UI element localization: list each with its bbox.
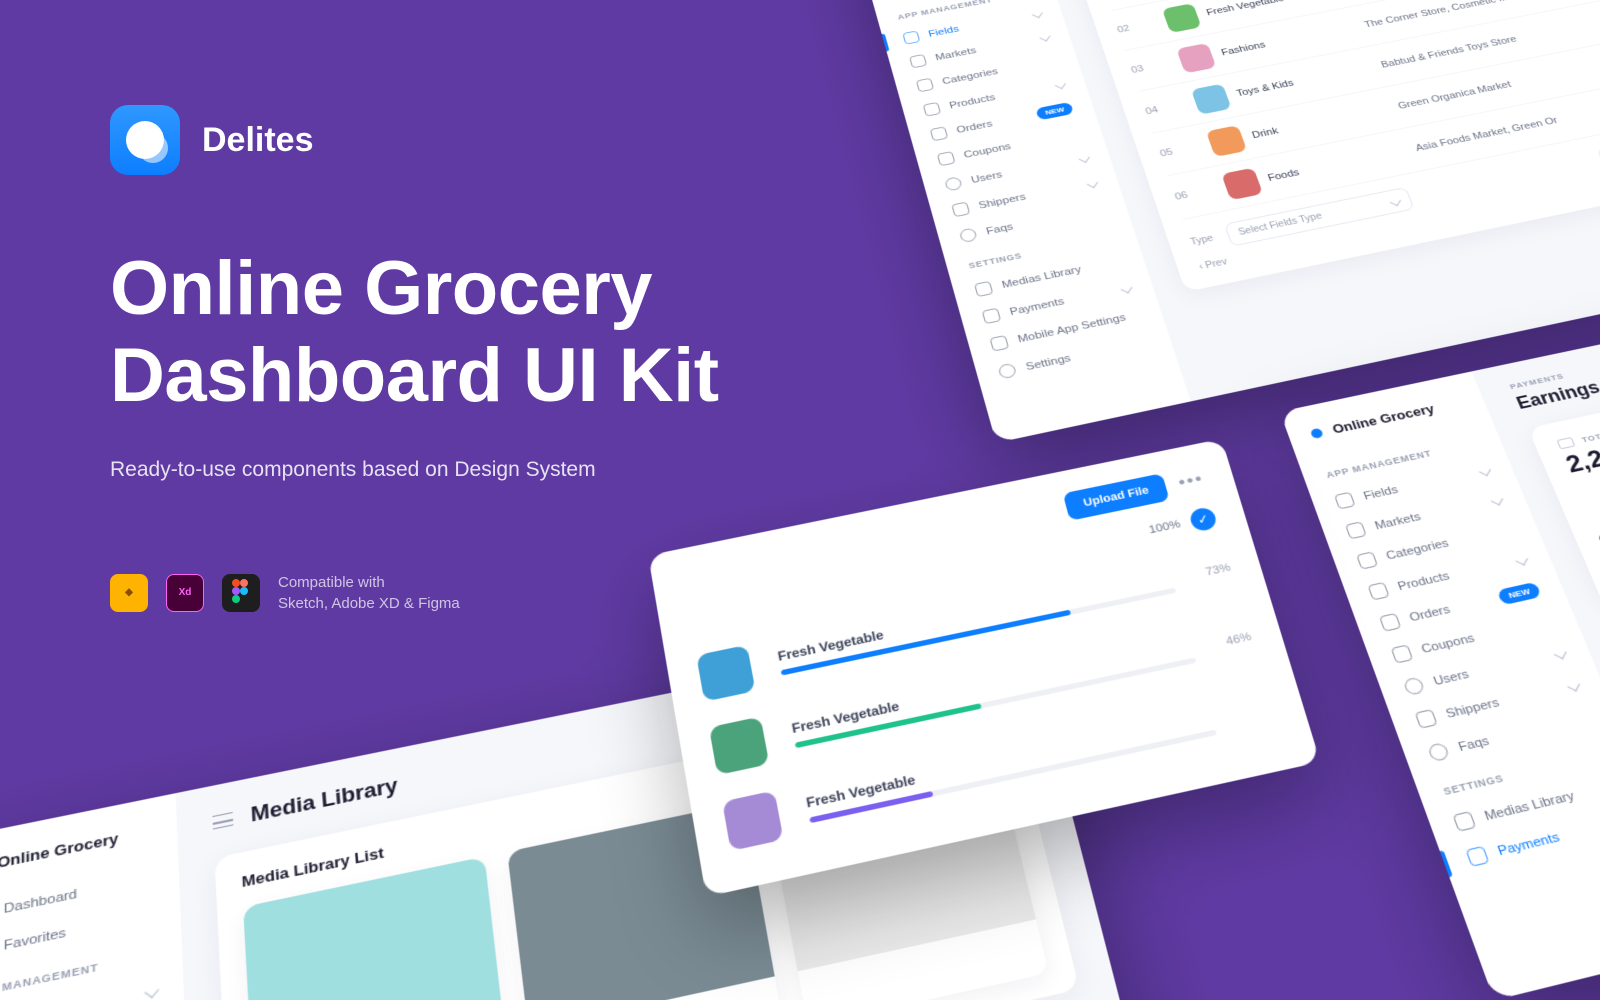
menu-icon[interactable]	[212, 812, 233, 830]
sidebar-item-medias[interactable]: Medias Library	[951, 243, 1147, 308]
upload-file-button[interactable]: Upload File	[1063, 473, 1170, 521]
filter-type-select[interactable]: Select Fields Type	[1224, 187, 1415, 247]
sidebar-item-fields[interactable]: Fields	[1309, 450, 1517, 522]
brand-logo-icon	[110, 105, 180, 175]
sidebar-item-shippers[interactable]: Shippers	[1388, 663, 1600, 743]
sidebar-section-settings: SETTINGS	[943, 216, 1138, 281]
chevron-down-icon	[1032, 9, 1043, 17]
chevron-down-icon	[1078, 153, 1089, 162]
sidebar-item-markets[interactable]: Markets	[887, 21, 1072, 79]
table-row[interactable]: 06FoodsAsia Foods Market, Green Or	[1168, 69, 1600, 220]
sidebar-item-favorites[interactable]: Favorites	[868, 0, 1049, 7]
figma-icon	[222, 574, 260, 612]
chevron-down-icon	[1087, 178, 1099, 187]
table-row[interactable]: 01Pet FoodsFun KnickKnacks Market, The C…	[1097, 0, 1600, 11]
new-badge: NEW	[1036, 102, 1074, 121]
sidebar-item-categories[interactable]: Categories	[1331, 509, 1542, 583]
sidebar-item-dashboard[interactable]: Dashboard	[0, 855, 180, 940]
sidebar-item-categories[interactable]: Categories	[894, 44, 1080, 103]
chevron-down-icon	[1039, 33, 1050, 42]
sidebar-item-fields[interactable]: Fields	[0, 965, 184, 1000]
sidebar: Online Grocery Dashboard Favorites APP M…	[0, 793, 203, 1000]
orders-icon	[1556, 437, 1575, 449]
filter-type-label: Type	[1189, 234, 1214, 248]
orders-bar-chart	[1581, 403, 1600, 584]
sidebar-item-shippers[interactable]: Shippers	[929, 166, 1121, 229]
sidebar-item-markets[interactable]: Markets	[1320, 479, 1529, 552]
earnings-kpi-card: TOTAL ORDERS 2,268 +3.1	[1528, 330, 1600, 607]
more-icon[interactable]: •••	[1177, 470, 1207, 492]
upload-progress-card: Upload File ••• 100% ✓ Fresh Vegetable73…	[648, 439, 1320, 897]
sidebar-item-orders[interactable]: OrdersNEW	[1353, 569, 1567, 645]
table-row[interactable]: 03FashionsThe Corner Store, Cosmetic Mem…	[1125, 0, 1600, 92]
sidebar: Online Grocery APP MANAGEMENT Fields Mar…	[1280, 371, 1600, 1000]
table-row[interactable]: 02Fresh VegetableHandmade & Precious Sto…	[1111, 0, 1600, 51]
table-row[interactable]: 05DrinkGreen Organica Market	[1153, 28, 1600, 176]
check-icon: ✓	[1188, 506, 1218, 533]
chevron-down-icon	[1055, 80, 1066, 89]
adobe-xd-icon: Xd	[166, 574, 204, 612]
sidebar-section-app: APP MANAGEMENT	[874, 0, 1057, 31]
search-input[interactable]: Search user name …	[1596, 121, 1600, 169]
sidebar-item-faqs[interactable]: Faqs	[936, 191, 1129, 254]
sidebar-item-payments[interactable]: Payments	[959, 270, 1156, 336]
sidebar-item-faqs[interactable]: Faqs	[1400, 695, 1600, 776]
kpi-value: 2,268	[1562, 432, 1600, 480]
progress-complete-label: 100%	[1148, 518, 1182, 536]
sidebar-item-products[interactable]: Products	[1342, 539, 1554, 614]
sidebar-item-coupons[interactable]: Coupons	[915, 116, 1105, 177]
kpi-label: TOTAL ORDERS	[1580, 419, 1600, 444]
sidebar-item-fields[interactable]: Fields	[881, 0, 1065, 55]
chevron-down-icon	[1121, 283, 1133, 293]
hero-title: Online Grocery Dashboard UI Kit	[110, 245, 719, 420]
hero: Delites Online Grocery Dashboard UI Kit …	[110, 105, 719, 614]
table-row[interactable]: 04Toys & KidsBabtud & Friends Toys Store	[1139, 0, 1600, 133]
sidebar: Online Grocery Dashboard Favorites APP M…	[850, 0, 1190, 443]
hero-subtitle: Ready-to-use components based on Design …	[110, 458, 719, 482]
tools-caption: Compatible with Sketch, Adobe XD & Figma	[278, 572, 460, 614]
sidebar-item-coupons[interactable]: Coupons	[1365, 600, 1581, 677]
brand-name: Delites	[202, 121, 314, 160]
sidebar-item-settings[interactable]: Settings	[974, 323, 1174, 391]
sidebar-item-medias[interactable]: Medias Library	[1426, 762, 1600, 846]
sidebar-item-products[interactable]: Products	[901, 68, 1088, 127]
sketch-icon: ◆	[110, 574, 148, 612]
page-title: Media Library	[250, 773, 399, 826]
sidebar-item-users[interactable]: Users	[922, 141, 1113, 203]
sidebar-item-orders[interactable]: OrdersNEW	[908, 92, 1096, 152]
sidebar-item-payments[interactable]: Payments	[1438, 796, 1600, 882]
fields-list-card: Fields List S.NoFields TypeMarkets 01Pet…	[1062, 0, 1600, 292]
sidebar-item-favorites[interactable]: Favorites	[0, 891, 181, 977]
pagination-prev[interactable]: ‹ Prev	[1195, 142, 1600, 272]
sidebar-item-users[interactable]: Users	[1376, 631, 1593, 710]
media-tile[interactable]: Essis's Book Store4 Ann, Jun 23 2020 • 4…	[243, 856, 512, 1000]
sidebar-item-mobile[interactable]: Mobile App Settings	[966, 296, 1165, 363]
